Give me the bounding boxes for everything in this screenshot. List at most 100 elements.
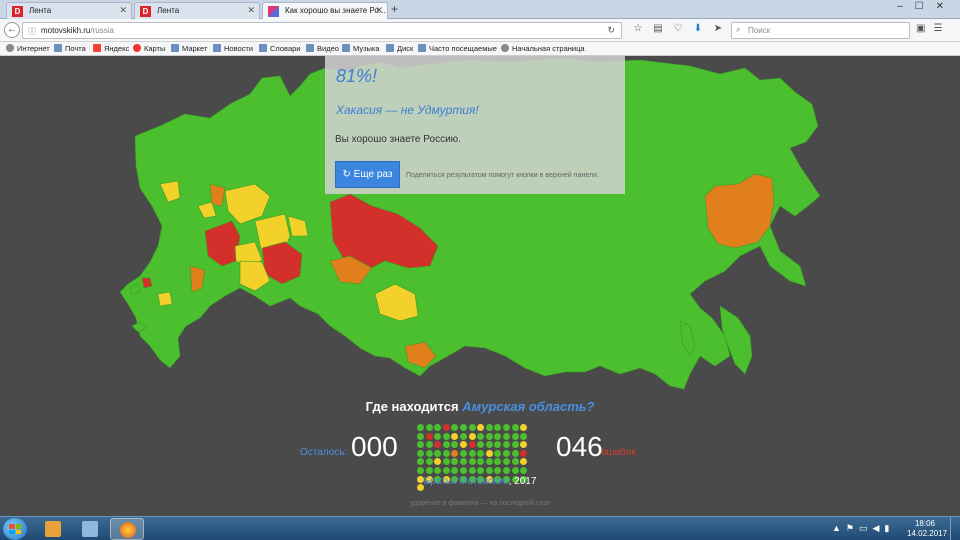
back-icon[interactable]: ← [4, 22, 20, 38]
progress-dot [442, 467, 450, 474]
bookmark-yandex[interactable]: Яндекс [93, 44, 129, 53]
progress-dot [425, 458, 433, 466]
progress-dot [511, 449, 519, 457]
tab-title: Лента [29, 6, 52, 15]
map-region-kaliningrad [129, 283, 141, 295]
result-panel: 81%! Хакасия — не Удмуртия! Вы хорошо зн… [325, 56, 625, 194]
pocket-icon[interactable]: ♡ [668, 23, 688, 34]
close-tab-icon[interactable]: ✕ [247, 5, 255, 16]
start-button[interactable] [3, 518, 27, 540]
bookmark-video[interactable]: Видео [306, 44, 339, 53]
bookmark-internet[interactable]: Интернет [6, 44, 50, 53]
progress-dot [468, 441, 476, 449]
search-placeholder: Поиск [748, 26, 771, 35]
bookmark-most-visited[interactable]: Часто посещаемые [418, 44, 497, 53]
progress-dot [425, 467, 433, 474]
search-icon: ⌕ [736, 25, 741, 34]
show-desktop-button[interactable] [950, 517, 960, 540]
address-bar[interactable]: ⓘ motovskikh.ru/russia ↻ [22, 22, 622, 39]
tab-lenta-1[interactable]: D Лента ✕ [6, 2, 132, 19]
progress-dot [494, 432, 502, 440]
bookmark-dictionaries[interactable]: Словари [259, 44, 300, 53]
lenta-favicon-icon: D [12, 6, 23, 17]
taskbar-documents[interactable] [73, 518, 107, 540]
credit: Братья Мотовские, 2017 [0, 476, 960, 487]
tab-lenta-2[interactable]: D Лента ✕ [134, 2, 260, 19]
progress-dot [425, 432, 433, 440]
url-path: /russia [90, 26, 114, 35]
progress-dot [460, 424, 467, 431]
progress-dot [511, 458, 519, 466]
new-tab-icon[interactable]: + [391, 2, 398, 16]
send-icon[interactable]: ➤ [708, 23, 728, 34]
progress-dot [417, 467, 424, 474]
errors-label: ошибок [601, 447, 636, 458]
url-host: motovskikh.ru [41, 26, 91, 35]
progress-dot [503, 449, 510, 457]
remaining-count: 000 [351, 431, 398, 462]
windows-logo-icon [9, 524, 21, 534]
progress-dot [460, 432, 467, 440]
tab-title: Как хорошо вы знаете Ро... [285, 6, 386, 15]
navigation-bar: ← ⓘ motovskikh.ru/russia ↻ ☆ ▤ ♡ ⬇ ➤ ⌕ Поиск… [0, 19, 960, 42]
close-tab-icon[interactable]: ✕ [119, 5, 127, 16]
result-text: Вы хорошо знаете Россию. [335, 134, 461, 145]
bookmark-market[interactable]: Маркет [171, 44, 207, 53]
bookmark-disk[interactable]: Диск [386, 44, 413, 53]
progress-dot [425, 441, 433, 449]
tab-title: Лента [157, 6, 180, 15]
bookmark-home[interactable]: Начальная страница [501, 44, 585, 53]
site-info-icon[interactable]: ⓘ [28, 26, 36, 37]
reload-icon[interactable]: ↻ [607, 25, 615, 36]
retry-button[interactable]: ↻ Еще раз [335, 161, 400, 188]
bookmark-news[interactable]: Новости [213, 44, 253, 53]
progress-dot [442, 424, 450, 431]
progress-dot [417, 449, 424, 457]
progress-dot [460, 449, 467, 457]
clock[interactable]: 18:06 14.02.2017 [907, 519, 948, 539]
progress-dot [485, 424, 493, 431]
progress-dot [417, 432, 424, 440]
progress-dot [477, 449, 485, 457]
progress-dot [460, 467, 467, 474]
credit-year: , 2017 [508, 476, 537, 487]
most-visited-icon [418, 44, 426, 52]
search-field[interactable]: ⌕ Поиск [731, 22, 910, 39]
menu-icon[interactable]: ▣☰ [916, 23, 950, 34]
window-controls[interactable]: –☐✕ [897, 1, 956, 12]
progress-dot [477, 432, 485, 440]
progress-dot [511, 424, 519, 431]
progress-dot [520, 432, 528, 440]
clock-time: 18:06 [914, 519, 936, 528]
close-tab-icon[interactable]: ✕ [375, 5, 383, 16]
system-tray[interactable]: ▲⚑▭◀▮ [832, 523, 894, 534]
result-title: Хакасия — не Удмуртия! [336, 103, 479, 117]
news-icon [213, 44, 221, 52]
taskbar-firefox[interactable] [110, 518, 144, 540]
question: Где находится Амурская область? [0, 399, 960, 414]
documents-icon [82, 521, 98, 537]
home-icon [501, 44, 509, 52]
progress-dot [417, 424, 424, 431]
download-icon[interactable]: ⬇ [688, 23, 708, 34]
dictionary-icon [259, 44, 267, 52]
disk-icon [386, 44, 394, 52]
bookmark-star-icon[interactable]: ☆ [628, 23, 648, 34]
bookmark-maps[interactable]: Карты [133, 44, 165, 53]
reader-icon[interactable]: ▤ [648, 23, 668, 34]
progress-dot [511, 432, 519, 440]
firefox-icon [120, 522, 136, 538]
clock-date: 14.02.2017 [907, 529, 948, 538]
progress-dot [468, 432, 476, 440]
bookmark-music[interactable]: Музыка [342, 44, 380, 53]
media-player-icon [45, 521, 61, 537]
credit-link[interactable]: Братья Мотовские [424, 476, 509, 487]
progress-dot [485, 449, 493, 457]
bookmark-mail[interactable]: Почта [54, 44, 86, 53]
tab-quiz[interactable]: Как хорошо вы знаете Ро... ✕ [262, 2, 388, 19]
progress-dot [468, 424, 476, 431]
progress-dot [485, 441, 493, 449]
gear-icon [6, 44, 14, 52]
taskbar-media-player[interactable] [36, 518, 70, 540]
errors-count: 046 [556, 431, 603, 462]
